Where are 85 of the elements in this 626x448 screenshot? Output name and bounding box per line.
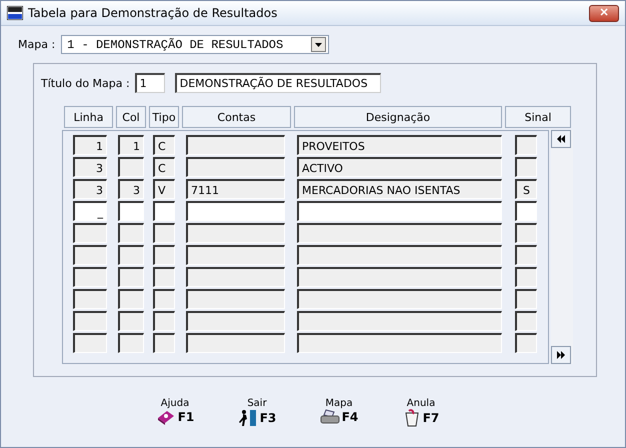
table-cell[interactable] xyxy=(186,267,285,287)
table-cell[interactable] xyxy=(297,333,502,353)
table-cell[interactable] xyxy=(515,201,537,221)
window-title: Tabela para Demonstração de Resultados xyxy=(28,6,278,20)
table-cell[interactable] xyxy=(153,289,175,309)
table-cell[interactable] xyxy=(515,311,537,331)
scroll-up-button[interactable] xyxy=(551,130,571,148)
table-cell[interactable] xyxy=(186,289,285,309)
table-cell[interactable] xyxy=(153,267,175,287)
function-key-button[interactable]: Mapa F4 xyxy=(315,398,363,427)
table-cell[interactable] xyxy=(118,267,144,287)
table-cell[interactable] xyxy=(515,135,537,155)
table-cell[interactable] xyxy=(153,245,175,265)
table-cell[interactable] xyxy=(186,157,285,177)
map-title-field[interactable]: DEMONSTRAÇÃO DE RESULTADOS xyxy=(174,73,381,93)
column-header[interactable]: Linha xyxy=(64,106,113,128)
column-header[interactable]: Sinal xyxy=(505,106,571,128)
column-header[interactable]: Designação xyxy=(294,106,502,128)
table-cell[interactable]: 3 xyxy=(118,179,144,199)
table-cell[interactable] xyxy=(118,201,144,221)
table-cell[interactable]: ACTIVO xyxy=(297,157,502,177)
table-cell[interactable] xyxy=(297,311,502,331)
exit-door-icon xyxy=(238,409,258,427)
double-right-arrow-icon xyxy=(556,351,566,359)
table-cell[interactable] xyxy=(186,201,285,221)
table-cell[interactable] xyxy=(297,223,502,243)
table-cell[interactable]: PROVEITOS xyxy=(297,135,502,155)
table-cell[interactable] xyxy=(186,311,285,331)
table-cell[interactable] xyxy=(297,289,502,309)
table-cell[interactable]: S xyxy=(515,179,537,199)
table-cell[interactable]: C xyxy=(153,135,175,155)
table-cell[interactable] xyxy=(297,201,502,221)
table-cell[interactable] xyxy=(153,333,175,353)
function-key-button[interactable]: Anula F7 xyxy=(397,398,445,427)
table-cell[interactable]: 3 xyxy=(73,157,107,177)
table-cell[interactable] xyxy=(515,289,537,309)
column-header[interactable]: Contas xyxy=(182,106,291,128)
table-cell[interactable] xyxy=(73,289,107,309)
table-cell[interactable] xyxy=(73,245,107,265)
table-cell[interactable]: 3 xyxy=(73,179,107,199)
mapa-label: Mapa : xyxy=(18,38,56,51)
table-cell[interactable]: 1 xyxy=(73,135,107,155)
table-cell[interactable] xyxy=(153,223,175,243)
table-cell[interactable] xyxy=(186,333,285,353)
table-cell[interactable]: MERCADORIAS NAO ISENTAS xyxy=(297,179,502,199)
table-cell[interactable] xyxy=(73,333,107,353)
printer-icon xyxy=(320,409,340,425)
table-cell[interactable] xyxy=(515,245,537,265)
table-cell[interactable] xyxy=(118,289,144,309)
table-cell[interactable] xyxy=(515,267,537,287)
table-cell[interactable] xyxy=(118,333,144,353)
table-cell[interactable] xyxy=(118,157,144,177)
table-cell[interactable] xyxy=(515,333,537,353)
table-cell[interactable] xyxy=(186,245,285,265)
table-cell[interactable] xyxy=(118,223,144,243)
table-cell[interactable] xyxy=(297,267,502,287)
table-cell[interactable] xyxy=(186,223,285,243)
map-number-field[interactable]: 1 xyxy=(134,73,165,93)
table-cell[interactable] xyxy=(73,267,107,287)
function-key-button[interactable]: Sair F3 xyxy=(233,398,281,427)
column-header[interactable]: Col xyxy=(116,106,146,128)
table-cell[interactable] xyxy=(515,157,537,177)
table-cell[interactable] xyxy=(297,245,502,265)
trash-bin-icon xyxy=(402,409,421,427)
table-cell[interactable]: 1 xyxy=(118,135,144,155)
function-key-button[interactable]: Ajuda F1 xyxy=(151,398,199,427)
window-icon xyxy=(7,6,23,20)
table-cell[interactable] xyxy=(153,311,175,331)
book-icon xyxy=(156,409,176,425)
table-cell[interactable]: _ xyxy=(73,201,107,221)
table-cell[interactable] xyxy=(153,201,175,221)
column-header[interactable]: Tipo xyxy=(149,106,179,128)
table-cell[interactable] xyxy=(118,311,144,331)
table-cell[interactable]: C xyxy=(153,157,175,177)
table-cell[interactable] xyxy=(73,311,107,331)
scroll-down-button[interactable] xyxy=(551,346,571,364)
mapa-dropdown[interactable]: 1 - DEMONSTRAÇÃO DE RESULTADOS xyxy=(61,35,330,54)
table-cell[interactable]: 7111 xyxy=(186,179,285,199)
table-cell[interactable] xyxy=(118,245,144,265)
table-cell[interactable]: V xyxy=(153,179,175,199)
table-cell[interactable] xyxy=(73,223,107,243)
titulo-label: Título do Mapa : xyxy=(41,76,130,90)
table-cell[interactable] xyxy=(515,223,537,243)
double-left-arrow-icon xyxy=(556,135,566,143)
table-cell[interactable] xyxy=(186,135,285,155)
